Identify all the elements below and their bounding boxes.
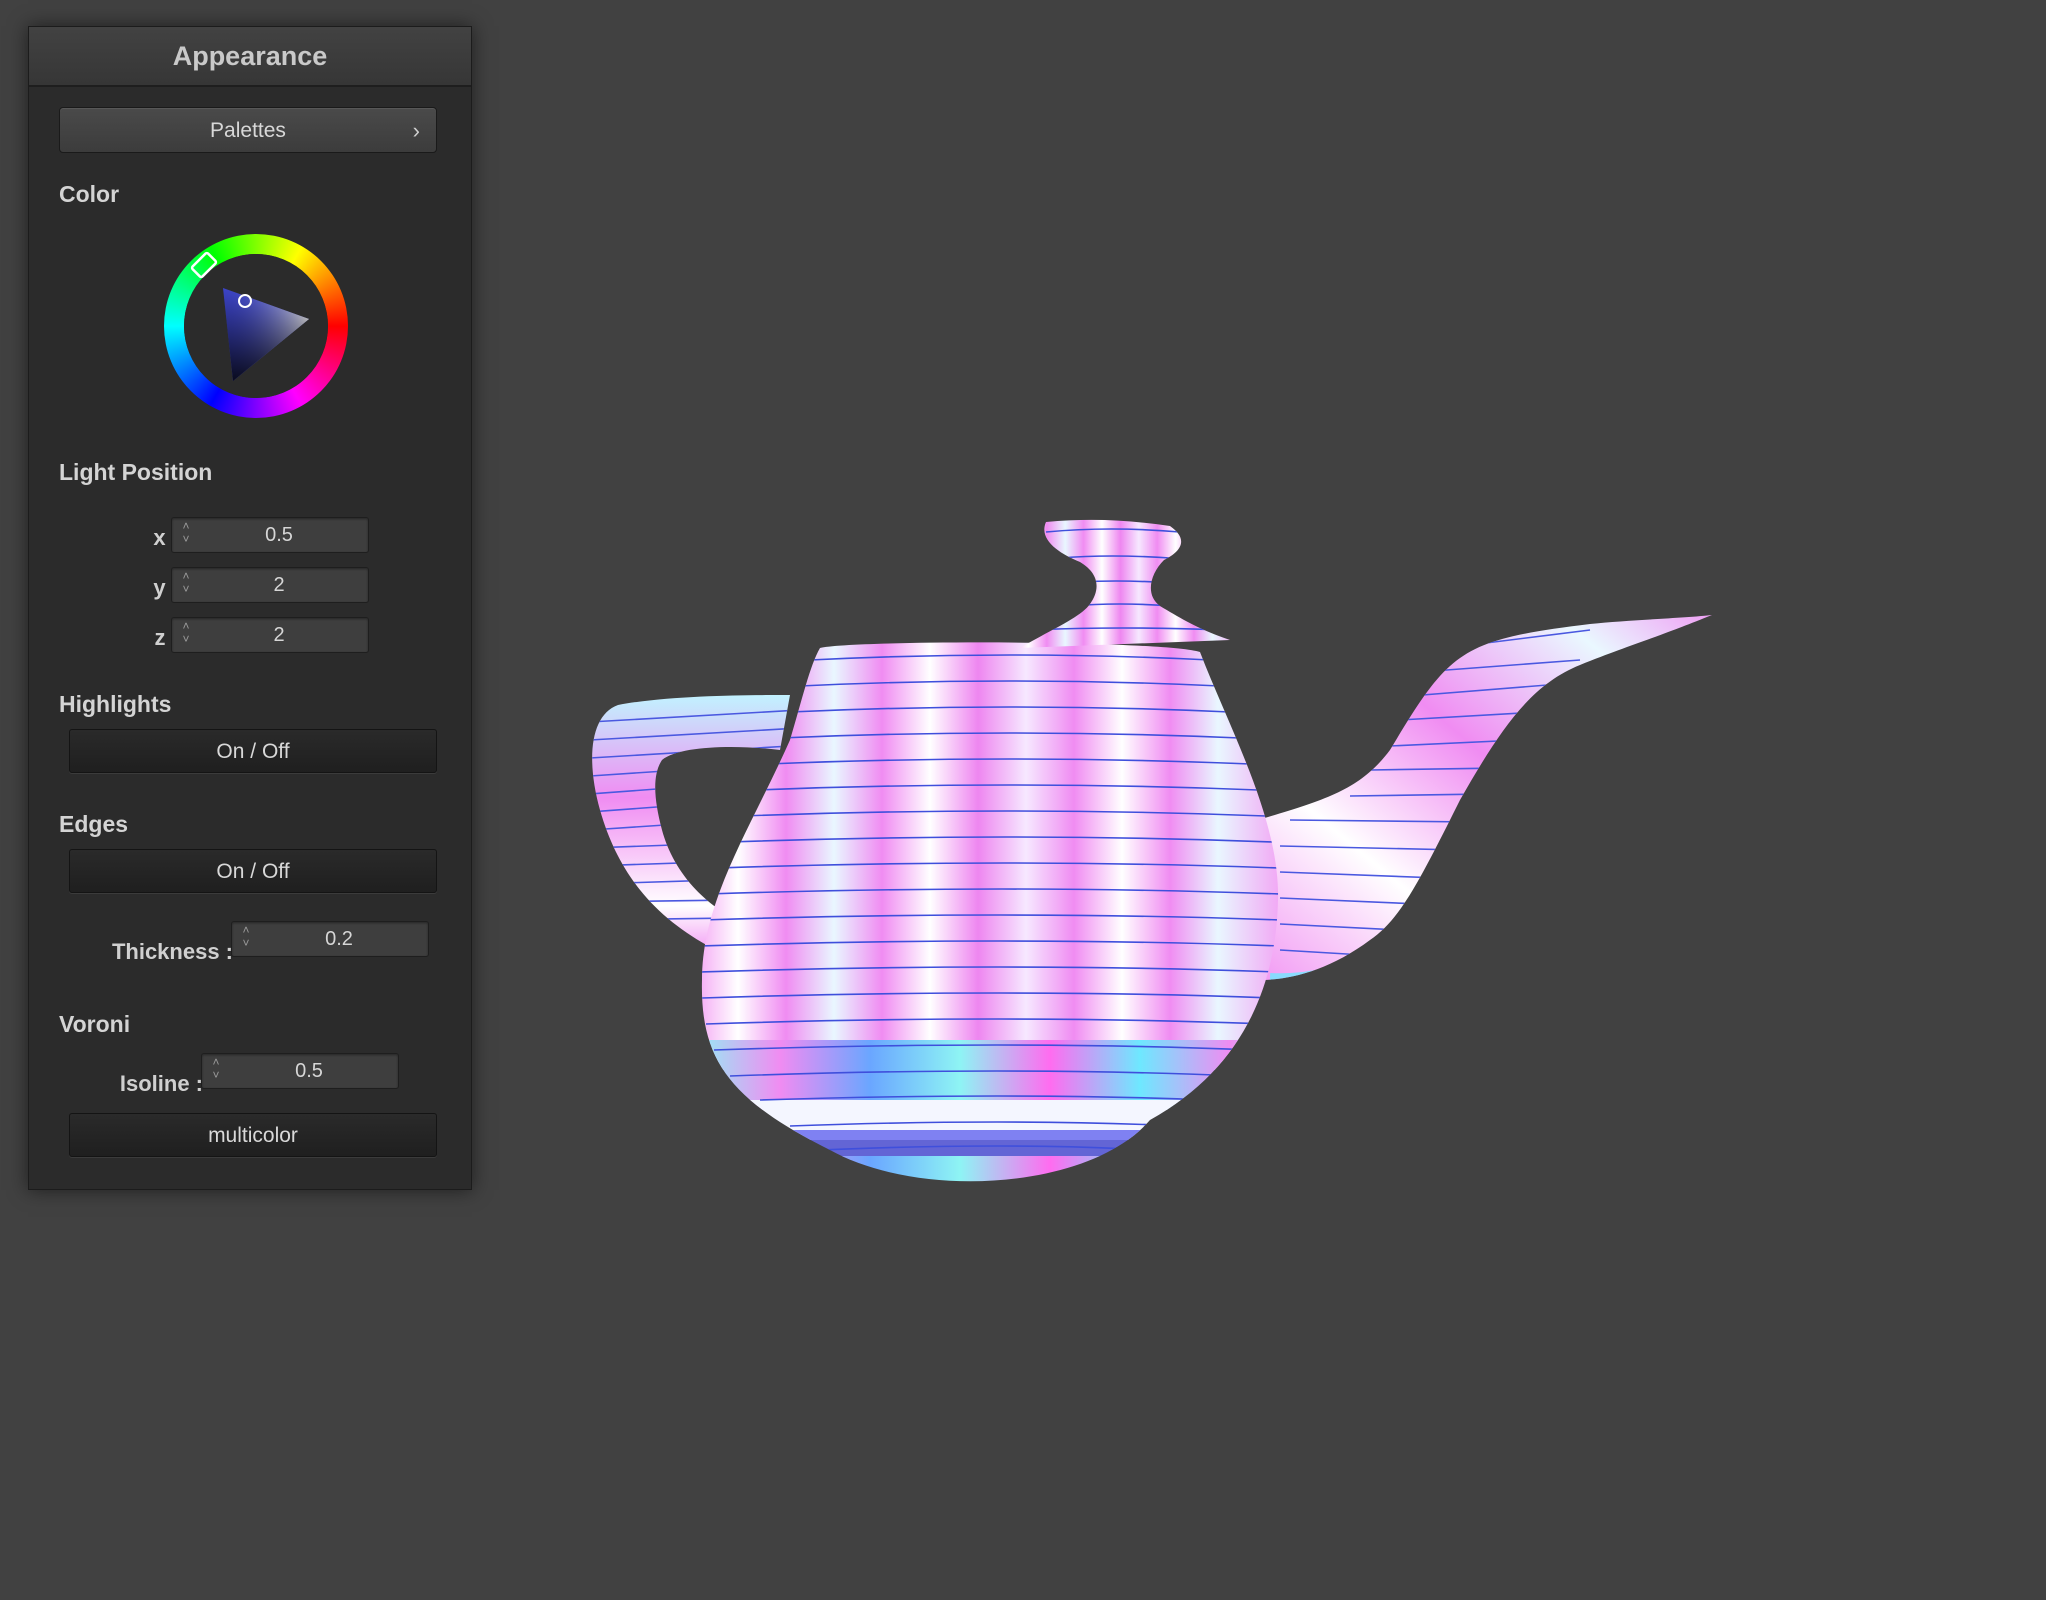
highlights-label: Highlights bbox=[59, 691, 172, 717]
thickness-label: Thickness : bbox=[111, 939, 233, 964]
light-position-label: Light Position bbox=[59, 459, 213, 485]
viewport[interactable]: Appearance Palettes › Color Light Positi… bbox=[0, 0, 2046, 1600]
spinner-arrows-icon[interactable]: ˄ ˅ bbox=[238, 924, 254, 954]
teapot-render[interactable] bbox=[590, 500, 1930, 1280]
palettes-label: Palettes bbox=[210, 119, 286, 142]
light-x-value: 0.5 bbox=[265, 524, 293, 546]
thickness-input[interactable]: ˄ ˅ 0.2 bbox=[231, 921, 429, 957]
appearance-panel: Appearance Palettes › Color Light Positi… bbox=[28, 26, 472, 1190]
light-x-input[interactable]: ˄ ˅ 0.5 bbox=[171, 517, 369, 553]
edges-label: Edges bbox=[59, 811, 129, 837]
isoline-value: 0.5 bbox=[295, 1060, 323, 1082]
edges-toggle-button[interactable]: On / Off bbox=[69, 849, 437, 893]
teapot-lid bbox=[1020, 519, 1230, 649]
light-y-value: 2 bbox=[273, 574, 285, 596]
color-wheel[interactable] bbox=[163, 233, 349, 419]
light-y-input[interactable]: ˄ ˅ 2 bbox=[171, 567, 369, 603]
palettes-button[interactable]: Palettes › bbox=[59, 107, 437, 153]
light-z-value: 2 bbox=[273, 624, 285, 646]
voronoi-label: Voroni bbox=[59, 1011, 131, 1037]
light-z-input[interactable]: ˄ ˅ 2 bbox=[171, 617, 369, 653]
isoline-input[interactable]: ˄ ˅ 0.5 bbox=[201, 1053, 399, 1089]
spinner-arrows-icon[interactable]: ˄ ˅ bbox=[178, 620, 194, 650]
chevron-right-icon: › bbox=[412, 118, 420, 143]
teapot-spout bbox=[1258, 615, 1712, 980]
spinner-arrows-icon[interactable]: ˄ ˅ bbox=[178, 520, 194, 550]
light-y-label: y : bbox=[153, 575, 179, 600]
light-z-label: z : bbox=[154, 625, 179, 650]
light-x-label: x : bbox=[153, 525, 179, 550]
spinner-arrows-icon[interactable]: ˄ ˅ bbox=[208, 1056, 224, 1086]
spinner-arrows-icon[interactable]: ˄ ˅ bbox=[178, 570, 194, 600]
panel-title: Appearance bbox=[29, 27, 471, 87]
color-label: Color bbox=[59, 181, 120, 207]
multicolor-button[interactable]: multicolor bbox=[69, 1113, 437, 1157]
isoline-label: Isoline : bbox=[119, 1071, 203, 1096]
highlights-toggle-button[interactable]: On / Off bbox=[69, 729, 437, 773]
thickness-value: 0.2 bbox=[325, 928, 353, 950]
